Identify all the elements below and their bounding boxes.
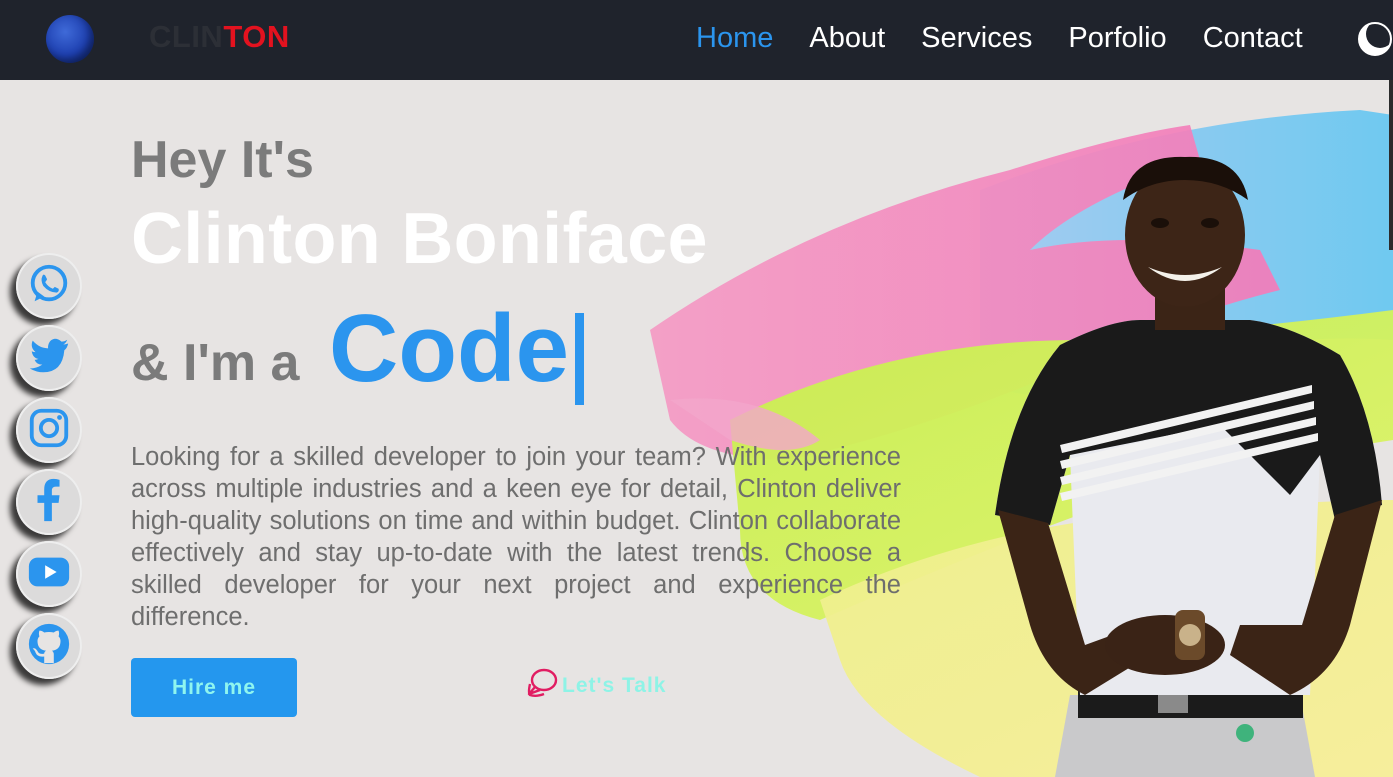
nav-contact[interactable]: Contact bbox=[1203, 20, 1303, 56]
facebook-icon bbox=[26, 477, 72, 528]
hero-role-typed: Code bbox=[329, 295, 569, 402]
brand-logo[interactable]: CLINTON bbox=[149, 19, 290, 55]
whatsapp-icon bbox=[26, 261, 72, 312]
navbar: CLINTON Home About Services Porfolio Con… bbox=[0, 0, 1393, 80]
hero-bio: Looking for a skilled developer to join … bbox=[131, 443, 901, 631]
logo-orb[interactable] bbox=[46, 15, 94, 63]
hire-me-button[interactable]: Hire me bbox=[131, 658, 297, 717]
github-icon bbox=[26, 621, 72, 672]
youtube-button[interactable] bbox=[16, 541, 82, 607]
nav-services[interactable]: Services bbox=[921, 20, 1032, 56]
twitter-icon bbox=[26, 333, 72, 384]
hero-greeting: Hey It's bbox=[131, 131, 314, 189]
hero-name: Clinton Boniface bbox=[131, 199, 708, 279]
instagram-icon bbox=[26, 405, 72, 456]
whatsapp-button[interactable] bbox=[16, 253, 82, 319]
chat-bubble-icon bbox=[526, 667, 560, 704]
lets-talk-label: Let's Talk bbox=[562, 673, 667, 697]
typing-caret bbox=[575, 313, 584, 405]
instagram-button[interactable] bbox=[16, 397, 82, 463]
nav-home[interactable]: Home bbox=[696, 20, 773, 56]
youtube-icon bbox=[26, 549, 72, 600]
github-button[interactable] bbox=[16, 613, 82, 679]
brand-text-part1: CLIN bbox=[149, 19, 224, 54]
hero-role-prefix: & I'm a bbox=[131, 334, 300, 392]
nav-portfolio[interactable]: Porfolio bbox=[1068, 20, 1166, 56]
profile-photo bbox=[995, 156, 1382, 777]
lets-talk-link[interactable]: Let's Talk bbox=[526, 667, 666, 704]
nav-links: Home About Services Porfolio Contact bbox=[696, 20, 1339, 56]
brand-text-part2: TON bbox=[223, 19, 290, 54]
nav-about[interactable]: About bbox=[809, 20, 885, 56]
facebook-button[interactable] bbox=[16, 469, 82, 535]
twitter-button[interactable] bbox=[16, 325, 82, 391]
theme-toggle-moon-icon[interactable] bbox=[1357, 20, 1393, 57]
